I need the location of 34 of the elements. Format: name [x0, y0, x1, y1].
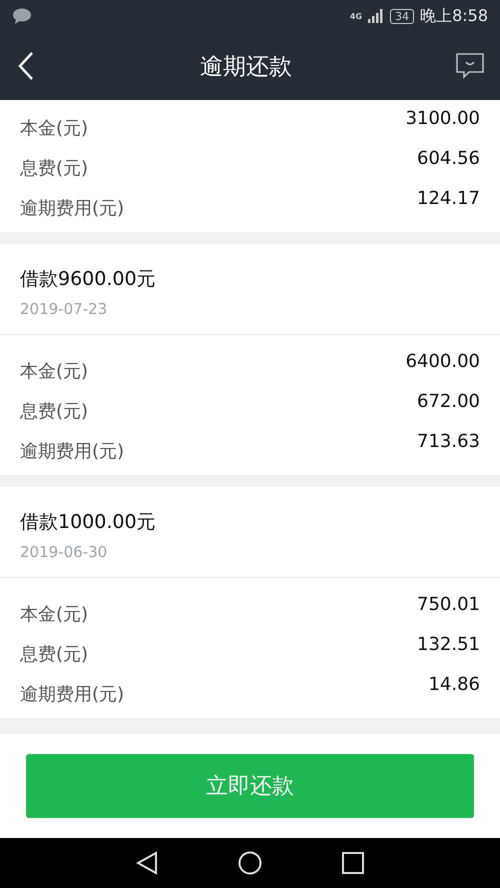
battery-level: 34 — [390, 8, 414, 24]
loan-date: 2019-06-30 — [20, 543, 108, 561]
fee-label: 逾期费用(元) — [20, 197, 124, 220]
clock-time: 晚上8:58 — [420, 6, 488, 26]
fee-label: 逾期费用(元) — [20, 683, 124, 706]
fee-amount: 132.51 — [417, 634, 480, 655]
fee-amount: 713.63 — [417, 431, 480, 452]
feedback-button[interactable] — [456, 53, 484, 79]
fee-label: 息费(元) — [20, 400, 88, 423]
fee-label: 逾期费用(元) — [20, 440, 124, 463]
fee-amount: 3100.00 — [406, 108, 480, 129]
repay-now-button[interactable]: 立即还款 — [26, 754, 474, 818]
fee-label: 本金(元) — [20, 117, 88, 140]
loan-date: 2019-07-23 — [20, 300, 108, 318]
loan-title: 借款1000.00元 — [20, 510, 157, 535]
fee-amount: 672.00 — [417, 391, 480, 412]
loan-title: 借款9600.00元 — [20, 267, 157, 292]
network-type: 4G — [350, 12, 362, 20]
fee-amount: 6400.00 — [406, 351, 480, 372]
fee-amount: 750.01 — [417, 594, 480, 615]
page-title: 逾期还款 — [199, 52, 293, 82]
fee-amount: 124.17 — [417, 188, 480, 209]
fee-label: 息费(元) — [20, 643, 88, 666]
fee-label: 本金(元) — [20, 360, 88, 383]
fee-label: 本金(元) — [20, 603, 88, 626]
home-nav-icon[interactable] — [238, 851, 262, 875]
back-nav-icon[interactable] — [136, 851, 158, 875]
back-button[interactable] — [16, 51, 36, 81]
recents-nav-icon[interactable] — [342, 852, 364, 874]
message-icon — [12, 8, 32, 24]
signal-icon — [368, 9, 384, 23]
fee-amount: 604.56 — [417, 148, 480, 169]
fee-amount: 14.86 — [428, 674, 480, 695]
fee-label: 息费(元) — [20, 157, 88, 180]
